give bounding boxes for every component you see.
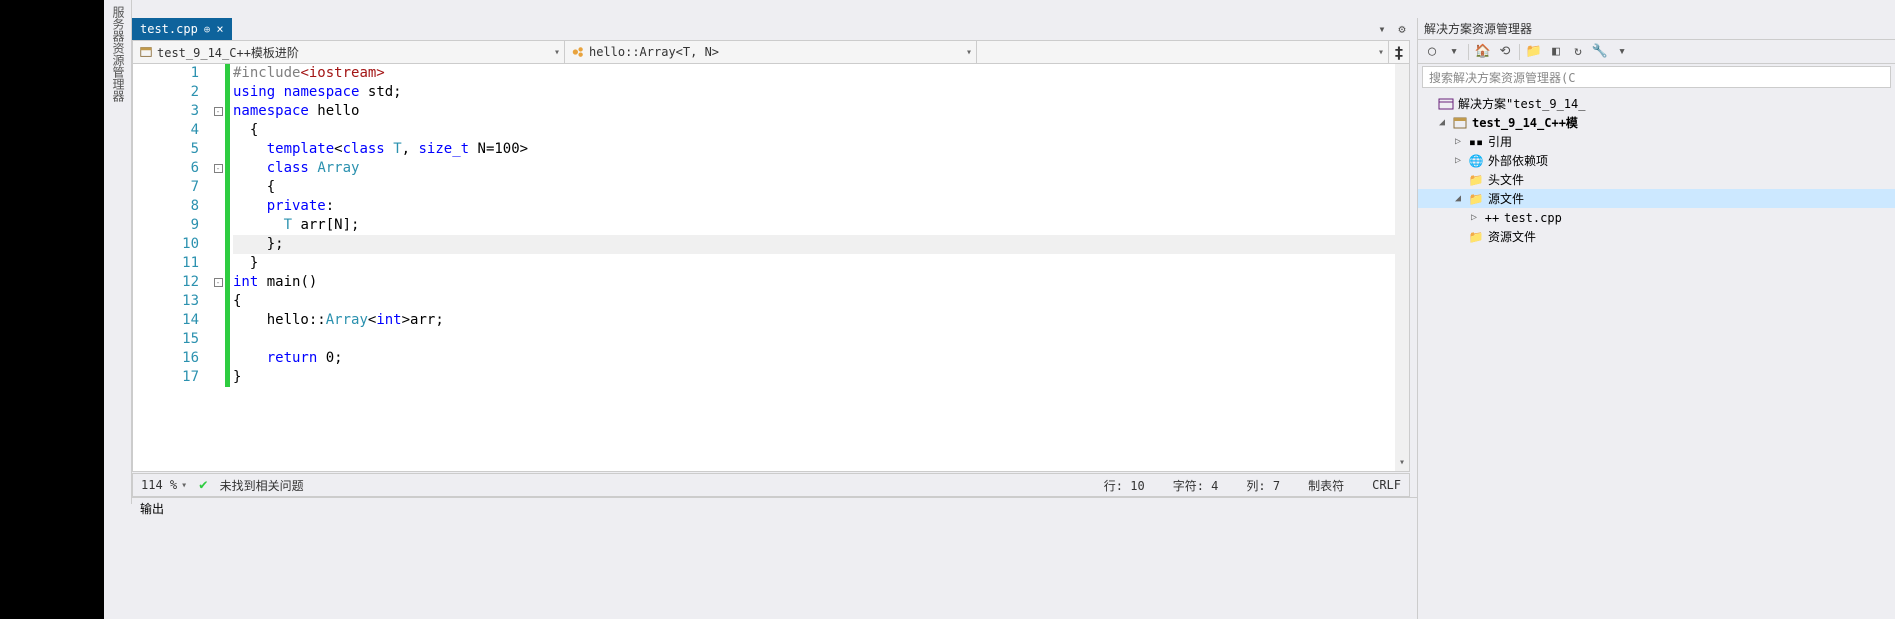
- member-label: hello::Array<T, N>: [589, 45, 719, 59]
- check-icon: ✔: [199, 477, 207, 493]
- gear-icon[interactable]: ⚙: [1393, 20, 1411, 38]
- source-file-label: test.cpp: [1504, 211, 1562, 225]
- zoom-control[interactable]: 114 % ▾: [141, 478, 187, 492]
- headers-label: 头文件: [1488, 171, 1524, 188]
- filter-icon[interactable]: 📁: [1524, 42, 1544, 62]
- close-icon[interactable]: ×: [216, 22, 223, 36]
- eol-stat: CRLF: [1372, 478, 1401, 492]
- server-explorer-sidebar[interactable]: 服务器资源管理器: [104, 0, 132, 504]
- server-explorer-label: 服务器资源管理器: [104, 0, 133, 108]
- panel-toolbar: ◯ ▾ 🏠 ⟲ 📁 ◧ ↻ 🔧 ▾: [1418, 40, 1895, 64]
- pin-icon[interactable]: ⊕: [204, 23, 211, 36]
- props-icon[interactable]: 🔧: [1590, 42, 1610, 62]
- scope-label: test_9_14_C++模板进阶: [157, 44, 299, 61]
- tab-label: test.cpp: [140, 22, 198, 36]
- external-label: 外部依赖项: [1488, 152, 1548, 169]
- navigation-bar: test_9_14_C++模板进阶 ▾ hello::Array<T, N> ▾…: [132, 40, 1410, 64]
- line-stat: 行: 10: [1104, 477, 1145, 494]
- split-button[interactable]: ‡: [1389, 41, 1409, 63]
- left-void: [0, 0, 104, 619]
- project-label: test_9_14_C++模: [1472, 114, 1578, 131]
- zoom-value: 114 %: [141, 478, 177, 492]
- solution-node[interactable]: 解决方案"test_9_14_: [1418, 94, 1895, 113]
- member-dropdown[interactable]: hello::Array<T, N> ▾: [565, 41, 977, 63]
- dropdown-icon[interactable]: ▾: [1373, 20, 1391, 38]
- panel-title: 解决方案资源管理器: [1418, 18, 1895, 40]
- external-icon: 🌐: [1468, 153, 1484, 169]
- refresh-icon[interactable]: ↻: [1568, 42, 1588, 62]
- resources-label: 资源文件: [1488, 228, 1536, 245]
- vertical-scrollbar[interactable]: ▾: [1395, 64, 1409, 471]
- chevron-right-icon: ▷: [1452, 136, 1464, 147]
- folder-icon: 📁: [1468, 172, 1484, 188]
- external-node[interactable]: ▷ 🌐 外部依赖项: [1418, 151, 1895, 170]
- char-stat: 字符: 4: [1173, 477, 1219, 494]
- solution-label: 解决方案"test_9_14_: [1458, 95, 1585, 112]
- refs-label: 引用: [1488, 133, 1512, 150]
- show-icon[interactable]: ◧: [1546, 42, 1566, 62]
- line-gutter: 1234567891011121314151617: [133, 64, 211, 471]
- sources-node[interactable]: ◢ 📁 源文件: [1418, 189, 1895, 208]
- more-icon[interactable]: ▾: [1612, 42, 1632, 62]
- chevron-down-icon: ▾: [554, 47, 560, 58]
- sources-label: 源文件: [1488, 190, 1524, 207]
- home-icon[interactable]: 🏠: [1473, 42, 1493, 62]
- scroll-down-icon[interactable]: ▾: [1397, 457, 1407, 469]
- code-content[interactable]: #include<iostream>using namespace std;na…: [233, 64, 1395, 471]
- third-dropdown[interactable]: ▾: [977, 41, 1389, 63]
- chevron-down-icon: ▾: [966, 47, 972, 58]
- project-icon: [1452, 115, 1468, 131]
- tab-bar: test.cpp ⊕ ×: [132, 18, 1410, 40]
- project-node[interactable]: ◢ test_9_14_C++模: [1418, 113, 1895, 132]
- fwd-icon[interactable]: ▾: [1444, 42, 1464, 62]
- chevron-right-icon: ▷: [1452, 155, 1464, 166]
- col-stat: 列: 7: [1246, 477, 1280, 494]
- chevron-down-icon: ▾: [181, 480, 187, 491]
- cpp-icon: ++: [1484, 210, 1500, 226]
- solution-tree: 解决方案"test_9_14_ ◢ test_9_14_C++模 ▷ ▪▪ 引用…: [1418, 90, 1895, 250]
- folder-icon: 📁: [1468, 229, 1484, 245]
- editor-status-bar: 114 % ▾ ✔ 未找到相关问题 行: 10 字符: 4 列: 7 制表符 C…: [132, 473, 1410, 497]
- solution-explorer: 解决方案资源管理器 ◯ ▾ 🏠 ⟲ 📁 ◧ ↻ 🔧 ▾ 搜索解决方案资源管理器(…: [1417, 18, 1895, 619]
- search-input[interactable]: 搜索解决方案资源管理器(C: [1422, 66, 1891, 88]
- fold-column: ---: [211, 64, 225, 471]
- folder-icon: 📁: [1468, 191, 1484, 207]
- chevron-down-icon: ◢: [1436, 117, 1448, 128]
- top-strip: [132, 0, 1895, 18]
- change-indicator: [225, 64, 230, 387]
- code-editor[interactable]: 1234567891011121314151617 --- #include<i…: [132, 64, 1410, 472]
- chevron-down-icon: ▾: [1378, 47, 1384, 58]
- source-file-node[interactable]: ▷ ++ test.cpp: [1418, 208, 1895, 227]
- issues-text: 未找到相关问题: [220, 477, 304, 494]
- chevron-right-icon: ▷: [1468, 212, 1480, 223]
- headers-node[interactable]: 📁 头文件: [1418, 170, 1895, 189]
- refs-node[interactable]: ▷ ▪▪ 引用: [1418, 132, 1895, 151]
- class-icon: [571, 45, 585, 59]
- project-icon: [139, 45, 153, 59]
- refs-icon: ▪▪: [1468, 134, 1484, 150]
- scope-dropdown[interactable]: test_9_14_C++模板进阶 ▾: [133, 41, 565, 63]
- chevron-down-icon: ◢: [1452, 193, 1464, 204]
- resources-node[interactable]: 📁 资源文件: [1418, 227, 1895, 246]
- editor-top-icons: ▾ ⚙: [1373, 20, 1411, 38]
- output-title: 输出: [140, 500, 164, 517]
- solution-icon: [1438, 96, 1454, 112]
- back-icon[interactable]: ◯: [1422, 42, 1442, 62]
- sync-icon[interactable]: ⟲: [1495, 42, 1515, 62]
- tab-test-cpp[interactable]: test.cpp ⊕ ×: [132, 18, 232, 40]
- tabs-stat: 制表符: [1308, 477, 1344, 494]
